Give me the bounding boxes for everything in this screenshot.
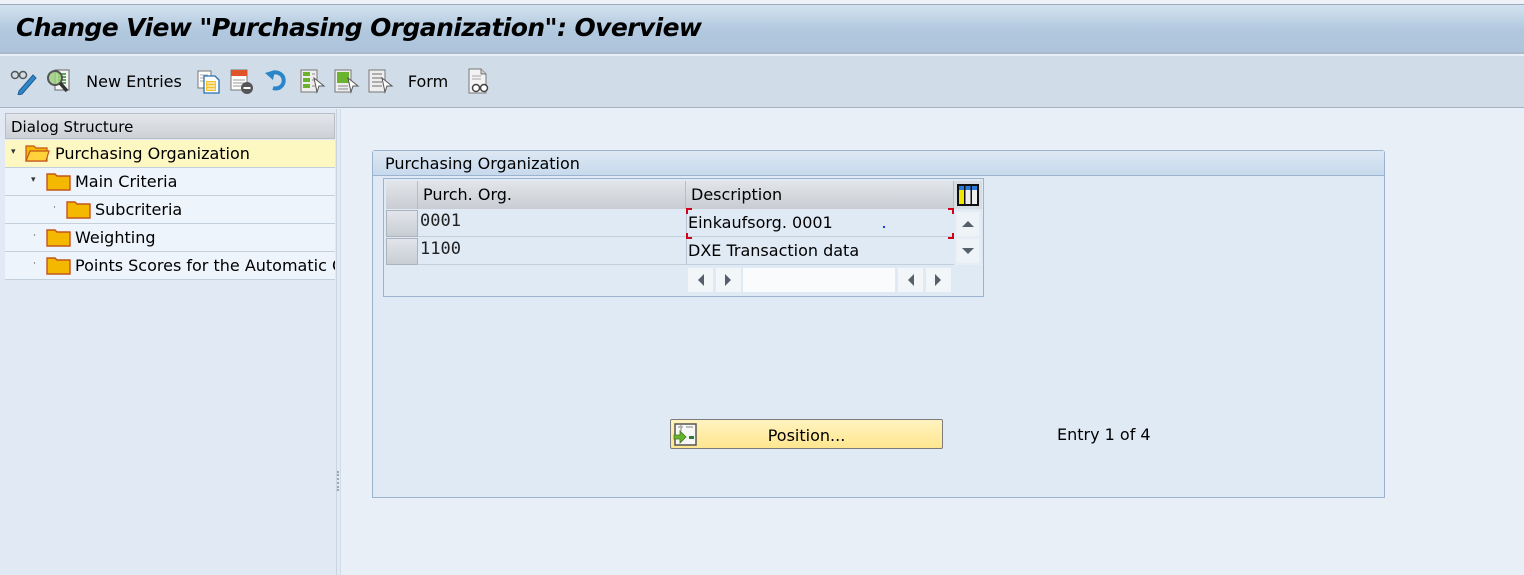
print-preview-icon — [468, 68, 489, 94]
table-settings-button[interactable] — [954, 181, 982, 209]
leaf-bullet-icon: · — [33, 259, 36, 269]
copy-as-icon — [197, 70, 220, 94]
tree-node-label: Purchasing Organization — [55, 144, 250, 163]
scroll-left-icon — [698, 274, 704, 286]
tree-node-label: Main Criteria — [75, 172, 178, 191]
folder-icon — [66, 201, 91, 219]
tree-node-label: Weighting — [75, 228, 156, 247]
focus-marker — [948, 233, 954, 239]
scroll-up-button[interactable] — [957, 212, 979, 236]
select-all-rows-button[interactable] — [386, 181, 418, 209]
position-button-label: Position... — [767, 426, 846, 445]
form-button[interactable]: Form — [404, 66, 452, 96]
tree-node-label: Subcriteria — [95, 200, 183, 219]
entry-status: Entry 1 of 4 — [1057, 425, 1151, 444]
cell-description[interactable]: Einkaufsorg. 0001 — [686, 209, 954, 237]
cell-description[interactable]: DXE Transaction data — [686, 237, 954, 265]
page-title: Change View "Purchasing Organization": O… — [16, 13, 702, 42]
row-selector[interactable] — [386, 210, 418, 237]
undo-change-icon — [265, 70, 286, 91]
column-header-description[interactable]: Description — [686, 181, 954, 209]
dialog-structure-tree: ▾ Purchasing Organization ▾ Main Criteri… — [5, 140, 335, 280]
copy-as-button[interactable] — [194, 66, 222, 96]
deselect-all-button[interactable] — [365, 66, 395, 96]
focus-marker — [686, 208, 692, 214]
undo-change-button[interactable] — [262, 66, 292, 96]
folder-open-icon — [25, 145, 50, 162]
tree-node-label: Points Scores for the Automatic C — [75, 256, 335, 275]
expand-triangle-icon[interactable]: ▾ — [31, 176, 39, 185]
focus-marker — [948, 208, 954, 214]
select-all-button[interactable] — [297, 66, 327, 96]
dialog-structure-pane: Dialog Structure ▾ Purchasing Organizati… — [0, 109, 337, 575]
find-button[interactable] — [44, 66, 74, 96]
folder-icon — [46, 229, 71, 247]
find-icon — [47, 69, 70, 93]
column-header-purch-org[interactable]: Purch. Org. — [418, 181, 686, 209]
scroll-left-button[interactable] — [898, 268, 923, 292]
leaf-bullet-icon: · — [53, 203, 56, 213]
focus-marker — [686, 233, 692, 239]
vertical-scrollbar[interactable] — [955, 211, 981, 265]
group-title: Purchasing Organization — [373, 151, 1384, 176]
scroll-right-button[interactable] — [926, 268, 951, 292]
expand-triangle-icon[interactable]: ▾ — [11, 148, 19, 157]
scroll-left-icon — [908, 274, 914, 286]
position-button[interactable]: Position... — [670, 419, 943, 449]
scroll-right-icon — [935, 274, 941, 286]
scroll-down-button[interactable] — [957, 239, 979, 263]
delete-icon — [230, 69, 253, 94]
new-entries-label: New Entries — [86, 71, 182, 91]
cell-purch-org[interactable]: 1100 — [418, 237, 686, 265]
scroll-right-icon — [725, 274, 731, 286]
dialog-structure-header: Dialog Structure — [5, 113, 335, 139]
display-change-icon — [10, 70, 37, 95]
folder-icon — [46, 257, 71, 275]
row-selector[interactable] — [386, 238, 418, 265]
new-entries-button[interactable]: New Entries — [84, 66, 184, 96]
select-all-icon — [300, 69, 326, 94]
display-change-button[interactable] — [8, 66, 40, 96]
form-label: Form — [407, 71, 449, 91]
delete-button[interactable] — [226, 66, 256, 96]
select-block-icon — [334, 69, 360, 94]
folder-icon — [46, 173, 71, 191]
tree-node-points-scores[interactable]: · Points Scores for the Automatic C — [5, 252, 335, 280]
scroll-up-icon — [962, 221, 974, 227]
title-bar: Change View "Purchasing Organization": O… — [0, 5, 1524, 54]
horizontal-scroll-track[interactable] — [743, 268, 895, 292]
table-settings-icon — [957, 184, 979, 206]
deselect-all-icon — [368, 69, 394, 94]
select-block-button[interactable] — [331, 66, 361, 96]
tree-node-subcriteria[interactable]: · Subcriteria — [5, 196, 335, 224]
tree-node-main-criteria[interactable]: ▾ Main Criteria — [5, 168, 335, 196]
leaf-bullet-icon: · — [33, 231, 36, 241]
splitter-grip-icon[interactable] — [337, 471, 339, 491]
tree-node-weighting[interactable]: · Weighting — [5, 224, 335, 252]
scroll-left-button[interactable] — [688, 268, 713, 292]
pane-splitter[interactable] — [337, 109, 341, 575]
scroll-down-icon — [962, 248, 974, 254]
cell-purch-org[interactable]: 0001 — [418, 209, 686, 237]
cursor-dot — [883, 226, 885, 228]
print-preview-button[interactable] — [464, 66, 494, 96]
tree-node-purchasing-organization[interactable]: ▾ Purchasing Organization — [5, 140, 335, 168]
scroll-right-button[interactable] — [716, 268, 741, 292]
application-toolbar: New Entries Form — [0, 56, 1524, 108]
